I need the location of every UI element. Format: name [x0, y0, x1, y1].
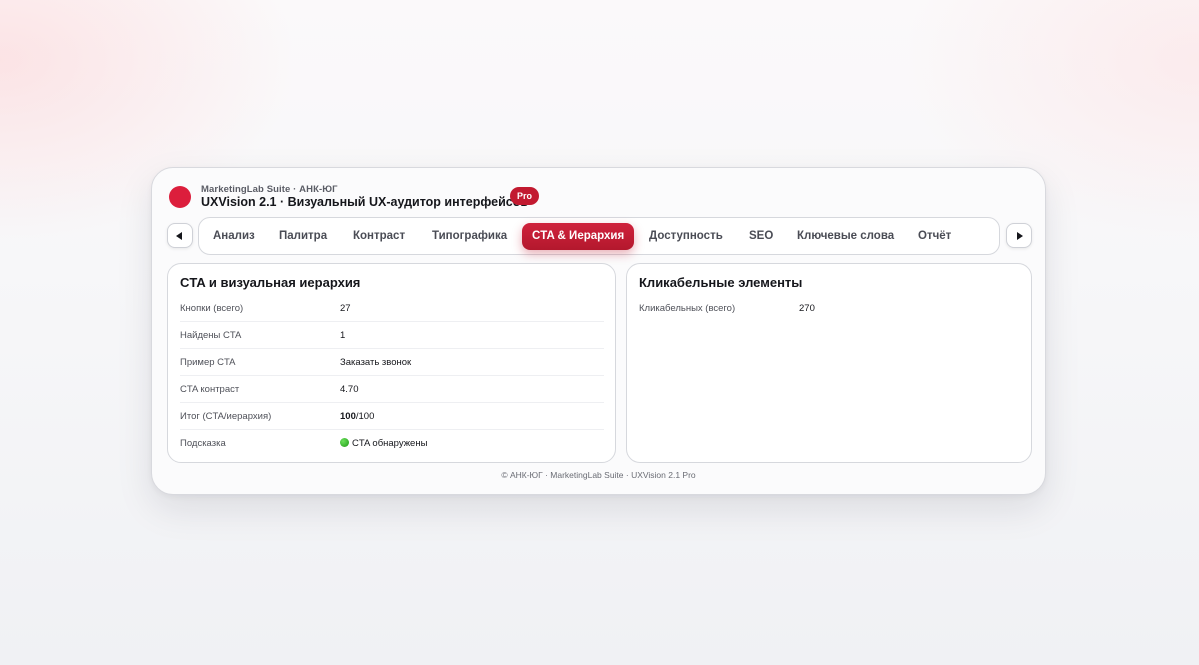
tab-contrast[interactable]: Контраст	[353, 223, 405, 250]
suite-label: MarketingLab Suite · АНК-ЮГ	[201, 184, 338, 195]
pro-badge: Pro	[510, 187, 540, 205]
metric-label: Кнопки (всего)	[180, 303, 244, 314]
app-window: MarketingLab Suite · АНК-ЮГ UXVision 2.1…	[151, 167, 1046, 495]
metric-label: Найдены CTA	[180, 330, 242, 341]
tab-cta-hierarchy[interactable]: CTA & Иерархия	[522, 223, 635, 250]
tabs-prev-button[interactable]	[167, 223, 193, 248]
score-value: 100	[340, 411, 356, 422]
triangle-right-icon	[1017, 231, 1023, 240]
metrics-table: Кнопки (всего) 27 Найдены CTA 1 Пример C…	[180, 295, 604, 456]
tab-palette[interactable]: Палитра	[279, 223, 327, 250]
metric-value: 4.70	[340, 384, 359, 395]
metric-value: Заказать звонок	[340, 357, 412, 368]
metric-label: Подсказка	[180, 438, 226, 449]
metric-label: Итог (CTA/иерархия)	[180, 411, 272, 422]
table-row: Подсказка CTA обнаружены	[180, 430, 604, 456]
tab-report[interactable]: Отчёт	[918, 223, 951, 250]
metric-label: CTA контраст	[180, 384, 240, 395]
brand-logo	[169, 186, 191, 208]
panel-title: Кликабельные элементы	[639, 275, 803, 290]
metric-value: 100/100	[340, 411, 374, 422]
metric-value: CTA обнаружены	[340, 438, 427, 449]
tab-keywords[interactable]: Ключевые слова	[797, 223, 894, 250]
tab-typography[interactable]: Типографика	[432, 223, 507, 250]
tab-accessibility[interactable]: Доступность	[649, 223, 723, 250]
triangle-left-icon	[176, 231, 182, 240]
clickable-elements-panel: Кликабельные элементы Кликабельных (всег…	[626, 263, 1032, 463]
green-circle-icon	[340, 438, 349, 447]
hint-text: CTA обнаружены	[352, 438, 428, 449]
panel-title: CTA и визуальная иерархия	[180, 275, 361, 290]
table-row: Найдены CTA 1	[180, 322, 604, 349]
tab-analysis[interactable]: Анализ	[213, 223, 255, 250]
table-row: Итог (CTA/иерархия) 100/100	[180, 403, 604, 430]
table-row: Пример CTA Заказать звонок	[180, 349, 604, 376]
metric-value: 27	[340, 303, 351, 314]
cta-hierarchy-panel: CTA и визуальная иерархия Кнопки (всего)…	[167, 263, 616, 463]
tab-bar: Анализ Палитра Контраст Типографика CTA …	[198, 217, 1000, 255]
footer-text: © АНК-ЮГ · MarketingLab Suite · UXVision…	[501, 470, 696, 480]
metric-value: 1	[340, 330, 346, 341]
table-row: Кнопки (всего) 27	[180, 295, 604, 322]
metrics-table: Кликабельных (всего) 270	[639, 295, 1021, 321]
tabs-next-button[interactable]	[1006, 223, 1032, 248]
score-max: /100	[355, 411, 375, 422]
metric-label: Кликабельных (всего)	[639, 303, 736, 314]
table-row: Кликабельных (всего) 270	[639, 295, 1021, 321]
metric-label: Пример CTA	[180, 357, 236, 368]
app-title: UXVision 2.1 · Визуальный UX-аудитор инт…	[201, 195, 529, 209]
metric-value: 270	[799, 303, 815, 314]
tab-seo[interactable]: SEO	[749, 223, 773, 250]
table-row: CTA контраст 4.70	[180, 376, 604, 403]
